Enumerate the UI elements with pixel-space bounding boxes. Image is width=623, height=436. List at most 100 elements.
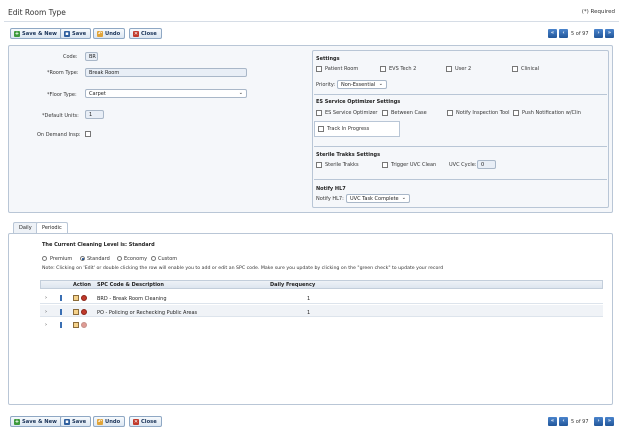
economy-label: Economy: [124, 256, 148, 262]
pager-text: 5 of 97: [571, 419, 589, 425]
push-notification-label: Push Notification w/Clin: [522, 110, 581, 116]
user2-checkbox[interactable]: [446, 66, 452, 72]
divider: [314, 94, 607, 95]
last-page-button[interactable]: »: [605, 29, 614, 38]
evs-tech2-label: EVS Tech 2: [389, 66, 417, 72]
premium-label: Premium: [50, 256, 73, 262]
trigger-uvc-label: Trigger UVC Clean: [391, 162, 437, 168]
delete-icon[interactable]: [81, 295, 87, 301]
delete-icon[interactable]: [81, 309, 87, 315]
save-new-button[interactable]: + Save & New: [10, 28, 62, 39]
last-page-button[interactable]: »: [605, 417, 614, 426]
room-type-label: *Room Type:: [47, 70, 79, 76]
prev-page-button[interactable]: ‹: [559, 29, 568, 38]
row-marker-icon: [60, 309, 62, 315]
undo-button[interactable]: ↶ Undo: [93, 416, 126, 427]
chevron-down-icon: ⌄: [378, 81, 383, 87]
edit-icon[interactable]: [73, 322, 79, 328]
track-progress-label: Track In Progress: [327, 126, 370, 132]
page-title: Edit Room Type: [8, 8, 66, 17]
next-page-button[interactable]: ›: [594, 29, 603, 38]
edit-icon[interactable]: [73, 295, 79, 301]
user2-label: User 2: [455, 66, 472, 72]
row-marker-icon: [60, 322, 62, 328]
room-type-input[interactable]: Break Room: [85, 68, 247, 77]
tab-daily[interactable]: Daily: [13, 222, 38, 233]
es-settings-title: ES Service Optimizer Settings: [316, 99, 401, 105]
clinical-label: Clinical: [521, 66, 540, 72]
trigger-uvc-checkbox[interactable]: [382, 162, 388, 168]
uvc-cycle-label: UVC Cycle:: [449, 162, 477, 168]
on-demand-checkbox[interactable]: [85, 131, 91, 137]
save-new-button[interactable]: + Save & New: [10, 416, 62, 427]
close-button[interactable]: ✕ Close: [129, 416, 162, 427]
priority-label: Priority:: [316, 82, 336, 88]
standard-label: Standard: [87, 256, 110, 262]
sterile-trakks-checkbox[interactable]: [316, 162, 322, 168]
close-icon: ✕: [133, 418, 139, 425]
close-button[interactable]: ✕ Close: [129, 28, 162, 39]
track-progress-checkbox[interactable]: [318, 126, 324, 132]
delete-icon[interactable]: [81, 322, 87, 328]
row-marker-icon: [60, 295, 62, 301]
settings-title: Settings: [316, 56, 340, 62]
default-units-label: *Default Units:: [42, 113, 79, 119]
first-page-button[interactable]: «: [548, 29, 557, 38]
first-page-button[interactable]: «: [548, 417, 557, 426]
tab-periodic[interactable]: Periodic: [36, 222, 68, 233]
pager-text: 5 of 97: [571, 31, 589, 37]
sterile-settings-title: Sterile Trakks Settings: [316, 152, 381, 158]
cleaning-level-text: The Current Cleaning Level is: Standard: [42, 242, 155, 248]
es-optimizer-checkbox[interactable]: [316, 110, 322, 116]
close-icon: ✕: [133, 30, 139, 37]
next-page-button[interactable]: ›: [594, 417, 603, 426]
spc-cell: BRD - Break Room Cleaning: [97, 296, 167, 302]
premium-radio[interactable]: [42, 256, 47, 261]
push-notification-checkbox[interactable]: [513, 110, 519, 116]
code-label: Code:: [63, 54, 78, 60]
sterile-trakks-label: Sterile Trakks: [325, 162, 359, 168]
chevron-down-icon: ⌄: [238, 90, 243, 96]
standard-radio[interactable]: [80, 256, 85, 261]
floor-type-select[interactable]: Carpet ⌄: [85, 89, 247, 98]
floor-type-label: *Floor Type:: [47, 92, 77, 98]
save-button[interactable]: ▪ Save: [60, 416, 92, 427]
expand-icon[interactable]: ›: [45, 309, 47, 315]
freq-cell: 1: [307, 310, 311, 316]
col-action: Action: [73, 282, 91, 288]
custom-radio[interactable]: [151, 256, 156, 261]
es-optimizer-label: ES Service Optimizer: [325, 110, 378, 116]
notify-hl7-title: Notify HL7: [316, 186, 346, 192]
edit-icon[interactable]: [73, 309, 79, 315]
chevron-down-icon: ⌄: [401, 195, 406, 201]
priority-select[interactable]: Non-Essential ⌄: [337, 80, 387, 89]
prev-page-button[interactable]: ‹: [559, 417, 568, 426]
between-case-checkbox[interactable]: [382, 110, 388, 116]
save-icon: ▪: [64, 418, 70, 425]
save-button[interactable]: ▪ Save: [60, 28, 92, 39]
patient-room-checkbox[interactable]: [316, 66, 322, 72]
freq-cell: 1: [307, 296, 311, 302]
undo-button[interactable]: ↶ Undo: [93, 28, 126, 39]
evs-tech2-checkbox[interactable]: [380, 66, 386, 72]
table-row-new[interactable]: [40, 318, 603, 330]
save-new-icon: +: [14, 418, 20, 425]
notify-tool-checkbox[interactable]: [447, 110, 453, 116]
divider: [314, 179, 607, 180]
code-input[interactable]: BR: [85, 52, 98, 61]
on-demand-label: On Demand Insp:: [37, 132, 81, 138]
spc-cell: PO - Policing or Rechecking Public Areas: [97, 310, 198, 316]
expand-icon[interactable]: ›: [45, 322, 47, 328]
notify-tool-label: Notify Inspection Tool: [456, 110, 510, 116]
default-units-input[interactable]: 1: [85, 110, 104, 119]
notify-hl7-select[interactable]: UVC Task Complete ⌄: [346, 194, 410, 203]
between-case-label: Between Case: [391, 110, 427, 116]
notify-hl7-label: Notify HL7:: [316, 196, 344, 202]
col-spc: SPC Code & Description: [97, 282, 164, 288]
economy-radio[interactable]: [117, 256, 122, 261]
col-freq: Daily Frequency: [270, 282, 316, 288]
cleaning-note: Note: Clicking on 'Edit' or double click…: [42, 266, 444, 271]
expand-icon[interactable]: ›: [45, 295, 47, 301]
clinical-checkbox[interactable]: [512, 66, 518, 72]
uvc-cycle-input[interactable]: 0: [477, 160, 496, 169]
